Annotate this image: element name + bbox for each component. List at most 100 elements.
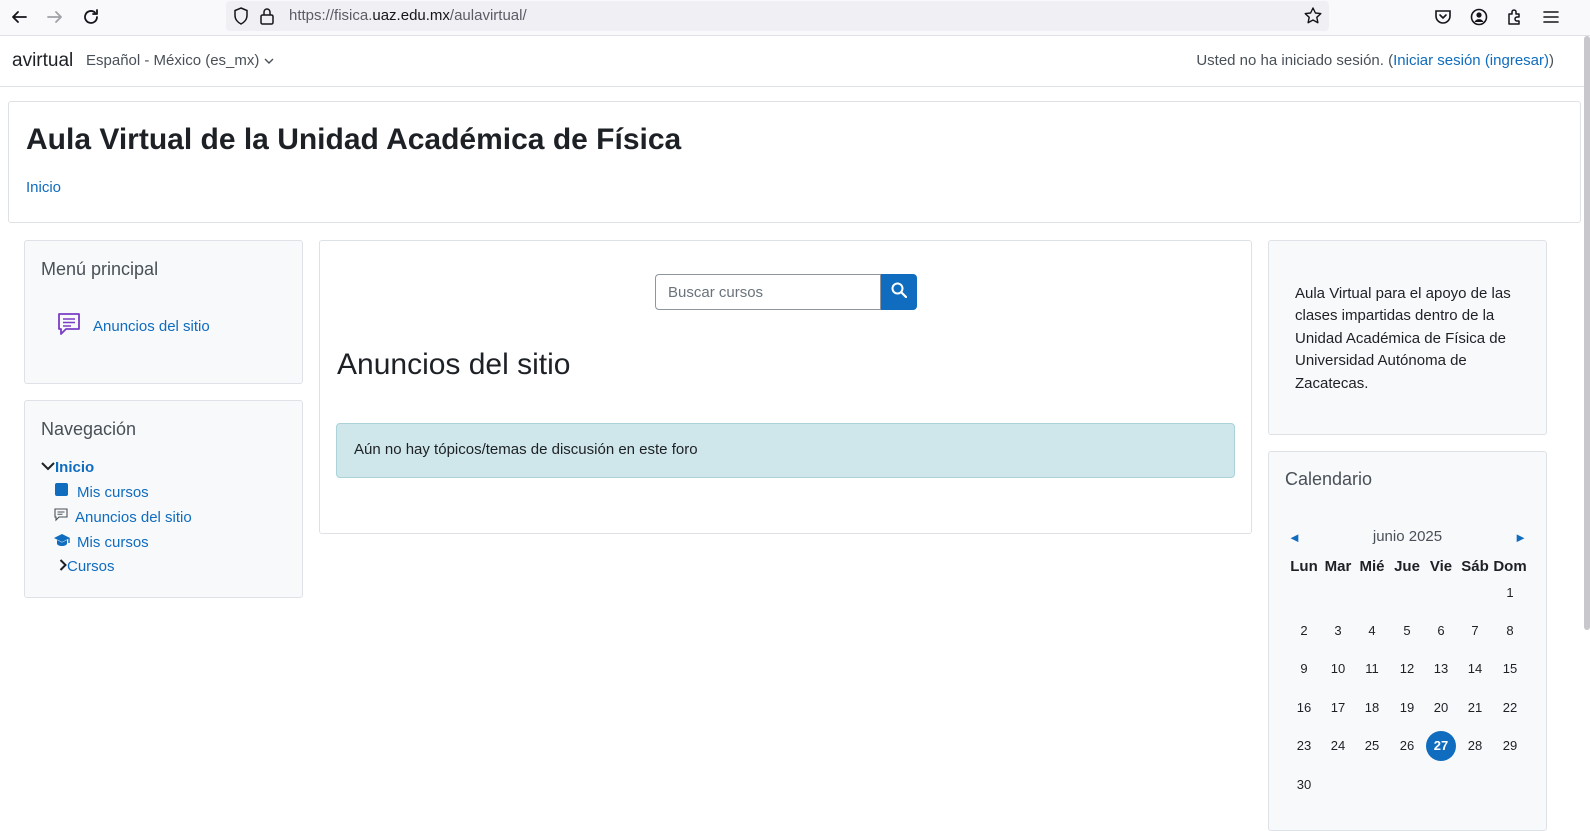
calendar-day[interactable]: 4 bbox=[1357, 616, 1387, 646]
calendar-weekday-header: Jue bbox=[1394, 558, 1420, 575]
shield-icon[interactable] bbox=[232, 6, 250, 31]
language-label: Español - México (es_mx) bbox=[86, 52, 260, 69]
login-info: Usted no ha iniciado sesión. (Iniciar se… bbox=[1196, 52, 1554, 69]
calendar-block: Calendario ◄ junio 2025 ► Lun Mar Mié Jue Vi… bbox=[1268, 451, 1547, 831]
forum-icon bbox=[54, 508, 68, 526]
calendar-month: junio 2025 bbox=[1372, 528, 1443, 545]
nav-item-my-courses-2[interactable]: Mis cursos bbox=[53, 533, 149, 551]
back-arrow-icon[interactable] bbox=[6, 4, 32, 30]
reload-icon[interactable] bbox=[78, 4, 104, 30]
calendar-day[interactable]: 17 bbox=[1323, 693, 1353, 723]
language-selector[interactable]: Español - México (es_mx) bbox=[86, 52, 274, 69]
calendar-day-today[interactable]: 27 bbox=[1426, 731, 1456, 761]
calendar-day[interactable]: 10 bbox=[1323, 654, 1353, 684]
forward-arrow-icon[interactable] bbox=[42, 4, 68, 30]
main-menu-title: Menú principal bbox=[41, 259, 159, 279]
menu-item-site-news[interactable]: Anuncios del sitio bbox=[55, 310, 210, 342]
nav-item-site-news[interactable]: Anuncios del sitio bbox=[54, 508, 192, 526]
calendar-day[interactable]: 28 bbox=[1460, 731, 1490, 761]
search-icon bbox=[891, 282, 908, 303]
calendar-day[interactable]: 22 bbox=[1495, 693, 1525, 723]
url-host: uaz.edu.mx bbox=[372, 7, 450, 24]
calendar-weekday-header: Vie bbox=[1429, 558, 1453, 575]
calendar-day[interactable]: 5 bbox=[1392, 616, 1422, 646]
navigation-block: Navegación Inicio Mis cursos Anuncios de… bbox=[24, 400, 303, 598]
calendar-day[interactable]: 7 bbox=[1460, 616, 1490, 646]
search-button[interactable] bbox=[881, 274, 917, 310]
next-month-arrow[interactable]: ► bbox=[1514, 530, 1527, 545]
nav-site-news-label[interactable]: Anuncios del sitio bbox=[75, 509, 192, 526]
calendar-weekday-header: Dom bbox=[1493, 558, 1527, 575]
nav-courses-label[interactable]: Cursos bbox=[67, 558, 115, 575]
graduation-cap-icon bbox=[53, 533, 71, 551]
calendar-weekday-header: Mié bbox=[1359, 558, 1385, 575]
nav-my-courses-label[interactable]: Mis cursos bbox=[77, 484, 149, 501]
calendar-day[interactable]: 2 bbox=[1289, 616, 1319, 646]
url-bar[interactable]: https://fisica.uaz.edu.mx/aulavirtual/ bbox=[226, 1, 1329, 31]
nav-item-home[interactable]: Inicio bbox=[41, 458, 94, 476]
calendar-day[interactable]: 20 bbox=[1426, 693, 1456, 723]
calendar-day[interactable]: 16 bbox=[1289, 693, 1319, 723]
calendar-day[interactable]: 21 bbox=[1460, 693, 1490, 723]
calendar-day[interactable]: 12 bbox=[1392, 654, 1422, 684]
menu-hamburger-icon[interactable] bbox=[1539, 5, 1563, 29]
lock-icon[interactable] bbox=[259, 6, 275, 31]
nav-home-label[interactable]: Inicio bbox=[55, 459, 94, 476]
no-topics-alert: Aún no hay tópicos/temas de discusión en… bbox=[336, 423, 1235, 478]
extensions-icon[interactable] bbox=[1503, 5, 1527, 29]
account-icon[interactable] bbox=[1467, 5, 1491, 29]
calendar-day[interactable]: 18 bbox=[1357, 693, 1387, 723]
url-text: https://fisica.uaz.edu.mx/aulavirtual/ bbox=[289, 7, 527, 24]
calendar-day[interactable]: 29 bbox=[1495, 731, 1525, 761]
chevron-down-icon bbox=[41, 458, 55, 476]
nav-my-courses-2-label[interactable]: Mis cursos bbox=[77, 534, 149, 551]
chevron-down-icon bbox=[264, 52, 274, 69]
forum-icon bbox=[55, 310, 83, 342]
main-content: Anuncios del sitio Aún no hay tópicos/te… bbox=[319, 240, 1252, 534]
calendar-day[interactable]: 3 bbox=[1323, 616, 1353, 646]
about-block: Aula Virtual para el apoyo de las clases… bbox=[1268, 240, 1547, 435]
nav-item-my-courses[interactable]: Mis cursos bbox=[55, 483, 149, 501]
calendar-weekday-header: Sáb bbox=[1461, 558, 1489, 575]
calendar-day[interactable]: 24 bbox=[1323, 731, 1353, 761]
calendar-day[interactable]: 11 bbox=[1357, 654, 1387, 684]
main-menu-block: Menú principal Anuncios del sitio bbox=[24, 240, 303, 384]
browser-toolbar: https://fisica.uaz.edu.mx/aulavirtual/ bbox=[0, 0, 1590, 36]
login-close-paren: ) bbox=[1549, 52, 1554, 69]
login-link[interactable]: Iniciar sesión (ingresar) bbox=[1393, 52, 1549, 69]
calendar-weekday-header: Lun bbox=[1290, 558, 1318, 575]
page-title: Aula Virtual de la Unidad Académica de F… bbox=[26, 123, 682, 156]
page-header: Aula Virtual de la Unidad Académica de F… bbox=[8, 101, 1581, 223]
url-prefix: https://fisica. bbox=[289, 7, 373, 24]
course-square-icon bbox=[55, 483, 69, 501]
bookmark-star-icon[interactable] bbox=[1303, 6, 1323, 31]
calendar-day[interactable]: 26 bbox=[1392, 731, 1422, 761]
calendar-day[interactable]: 13 bbox=[1426, 654, 1456, 684]
calendar-title: Calendario bbox=[1285, 469, 1373, 489]
calendar-day[interactable]: 30 bbox=[1289, 770, 1319, 800]
search-courses-input[interactable] bbox=[655, 274, 881, 310]
calendar-day[interactable]: 6 bbox=[1426, 616, 1456, 646]
calendar-day[interactable]: 19 bbox=[1392, 693, 1422, 723]
url-path: /aulavirtual/ bbox=[449, 7, 527, 24]
calendar-day[interactable]: 8 bbox=[1495, 616, 1525, 646]
breadcrumb-home[interactable]: Inicio bbox=[26, 179, 61, 196]
pocket-icon[interactable] bbox=[1431, 5, 1455, 29]
calendar-day[interactable]: 25 bbox=[1357, 731, 1387, 761]
calendar-day[interactable]: 14 bbox=[1460, 654, 1490, 684]
nav-item-courses[interactable]: Cursos bbox=[59, 558, 115, 575]
login-status-text: Usted no ha iniciado sesión. ( bbox=[1196, 52, 1394, 69]
calendar-day[interactable]: 23 bbox=[1289, 731, 1319, 761]
page-scrollbar[interactable] bbox=[1584, 36, 1590, 630]
calendar-weekday-header: Mar bbox=[1324, 558, 1352, 575]
chevron-right-icon bbox=[59, 558, 67, 575]
calendar-day[interactable]: 9 bbox=[1289, 654, 1319, 684]
calendar-day[interactable]: 1 bbox=[1495, 578, 1525, 608]
navigation-title: Navegación bbox=[41, 419, 137, 439]
site-brand[interactable]: avirtual bbox=[12, 50, 73, 72]
site-navbar: avirtual Español - México (es_mx) Usted … bbox=[0, 36, 1590, 87]
calendar-day[interactable]: 15 bbox=[1495, 654, 1525, 684]
section-title: Anuncios del sitio bbox=[337, 348, 571, 381]
about-text: Aula Virtual para el apoyo de las clases… bbox=[1295, 285, 1511, 392]
menu-item-label[interactable]: Anuncios del sitio bbox=[93, 318, 210, 335]
